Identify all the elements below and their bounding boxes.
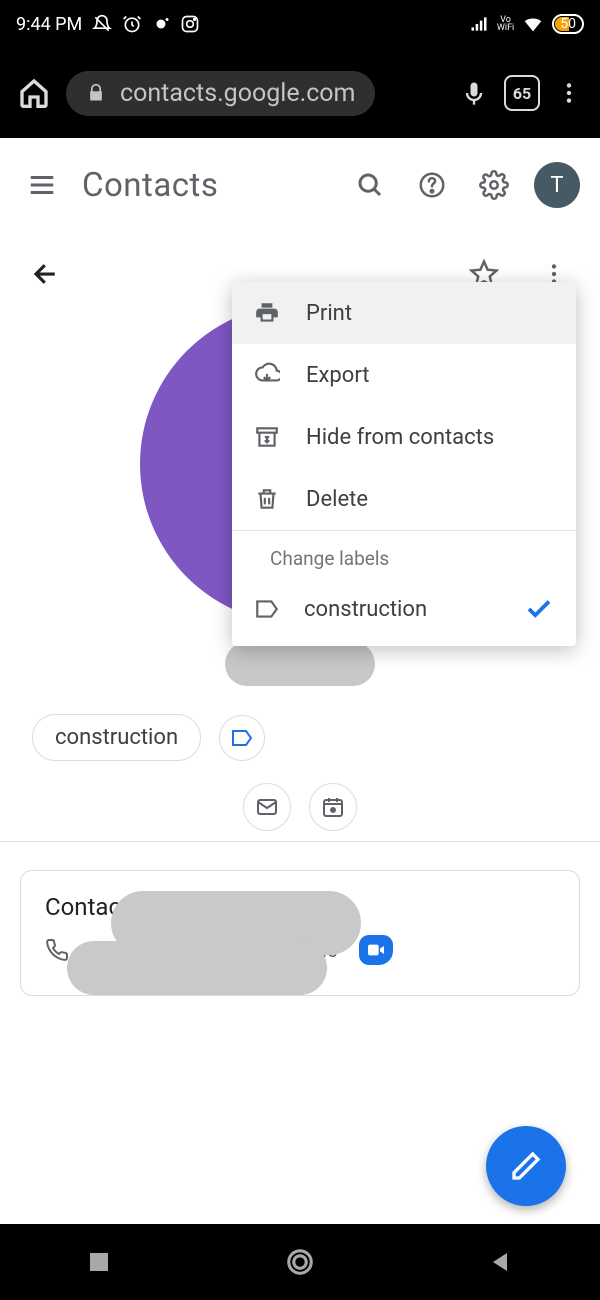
vowifi-icon: VoWiFi [497,16,514,32]
alarm-icon [122,14,142,34]
menu-item-label: Print [306,301,352,326]
android-status-bar: 9:44 PM VoWiFi 50 [0,0,600,48]
add-label-button[interactable] [219,715,265,761]
menu-label-item[interactable]: construction [232,580,576,646]
menu-item-label: Delete [306,487,368,512]
email-action-icon[interactable] [243,783,291,831]
url-text: contacts.google.com [120,79,355,108]
print-icon [254,300,282,326]
menu-item-label: Hide from contacts [306,425,494,450]
label-chip[interactable]: construction [32,714,201,761]
browser-toolbar: contacts.google.com 65 [0,48,600,138]
account-avatar[interactable]: T [534,162,580,208]
help-icon[interactable] [410,163,454,207]
browser-menu-icon[interactable] [556,80,582,106]
contact-name-redacted [225,642,375,686]
signal-icon [469,14,489,34]
calendar-action-icon[interactable] [309,783,357,831]
nav-back-icon[interactable] [489,1250,513,1274]
clock-text: 9:44 PM [16,14,82,35]
menu-print[interactable]: Print [232,282,576,344]
gear-icon[interactable] [472,163,516,207]
address-bar[interactable]: contacts.google.com [66,71,375,116]
menu-item-label: Export [306,363,370,388]
hamburger-icon[interactable] [20,163,64,207]
app-title: Contacts [82,166,330,205]
menu-section-header: Change labels [232,531,576,580]
overflow-menu: Print Export Hide from contacts Delete C… [232,282,576,646]
dnd-icon [92,14,112,34]
menu-item-label: construction [304,597,427,622]
video-call-icon[interactable] [359,935,393,965]
android-nav-bar [0,1224,600,1300]
menu-hide[interactable]: Hide from contacts [232,406,576,468]
search-icon[interactable] [348,163,392,207]
archive-icon [254,424,282,450]
trash-icon [254,486,282,512]
record-icon [152,15,170,33]
nav-home-icon[interactable] [285,1247,315,1277]
battery-indicator: 50 [552,14,584,34]
lock-icon [86,83,106,103]
app-header: Contacts T [0,138,600,232]
phone-icon [45,938,69,962]
instagram-icon [180,14,200,34]
mic-icon[interactable] [460,79,488,107]
tab-switcher[interactable]: 65 [504,75,540,111]
edit-fab[interactable] [486,1126,566,1206]
contact-details-card: Contact details Mobile [20,870,580,996]
wifi-icon [522,13,544,35]
menu-delete[interactable]: Delete [232,468,576,530]
label-icon [254,596,280,622]
export-icon [254,362,282,388]
menu-export[interactable]: Export [232,344,576,406]
check-icon [524,594,554,624]
home-icon[interactable] [18,77,50,109]
back-arrow-icon[interactable] [24,252,68,296]
nav-recent-icon[interactable] [87,1250,111,1274]
